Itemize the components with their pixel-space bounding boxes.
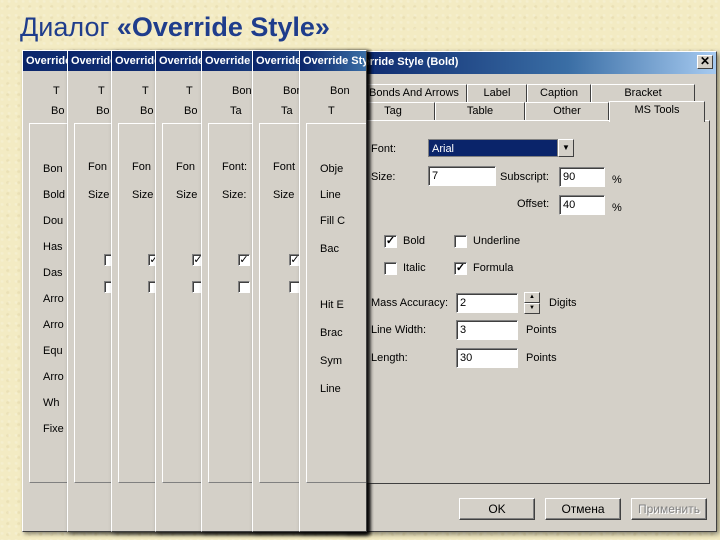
mass-accuracy-unit: Digits [549,297,577,309]
background-row-label: Equ [43,345,63,357]
tab-panel-ms-tools: Font: Arial ▼ Size: 7 Subscript: 90 % Of… [351,120,710,484]
background-row-label: Hit E [320,299,344,311]
formula-checkbox[interactable]: ✓ [454,262,467,275]
background-tab-label: T [328,105,335,117]
background-row-label: Font [273,161,296,173]
background-row-label: Bac [320,243,339,255]
background-row-label: Arro [43,293,64,305]
slide-title: Диалог «Override Style» [20,12,330,43]
offset-label: Offset: [517,198,550,210]
background-row-label: Has [43,241,63,253]
tab-bonds-and-arrows[interactable]: Bonds And Arrows [361,84,467,103]
length-unit: Points [526,352,557,364]
background-row-label: Obje [320,163,344,175]
slide-title-prefix: Диалог [20,12,117,42]
mass-accuracy-stepper[interactable]: ▲ ▼ [524,292,540,314]
underline-checkbox[interactable] [454,235,467,248]
length-label: Length: [371,352,408,364]
slide-title-bold: «Override Style» [116,12,330,42]
background-row-label: Size [176,189,198,201]
length-input[interactable]: 30 [456,348,518,368]
font-label: Font: [371,143,397,155]
tab-other[interactable]: Other [525,102,609,121]
background-checkbox: ✓ [238,254,250,266]
subscript-input[interactable]: 90 [559,167,605,187]
override-style-dialog: Override Style (Bold) ✕ Bonds And Arrows… [344,51,717,532]
tab-label[interactable]: Label [467,84,527,103]
background-row-label: Size [273,189,295,201]
background-tab-label: T [186,85,193,97]
background-tab-label: T [53,85,60,97]
line-width-input[interactable]: 3 [456,320,518,340]
italic-label: Italic [403,262,426,274]
background-checkbox [238,281,250,293]
background-tab-label: Bo [96,105,110,117]
subscript-label: Subscript: [500,171,549,183]
background-row-label: Wh [43,397,60,409]
background-row-label: Arro [43,371,64,383]
background-tab-label: Ta [281,105,293,117]
underline-label: Underline [473,235,521,247]
font-select-value[interactable]: Arial [428,139,558,157]
background-tab-label: Bon [330,85,350,97]
background-tab-label: T [142,85,149,97]
subscript-unit: % [612,174,622,186]
background-row-label: Bon [43,163,63,175]
bold-checkbox[interactable]: ✓ [384,235,397,248]
background-row-label: Fon [132,161,151,173]
background-row-label: Fon [88,161,107,173]
background-tab-label: Bo [51,105,65,117]
spin-down-icon[interactable]: ▼ [524,303,540,314]
background-row-label: Fon [176,161,195,173]
background-tab-label: Bo [184,105,198,117]
tab-caption[interactable]: Caption [527,84,591,103]
background-row-label: Font: [222,161,248,173]
formula-label: Formula [473,262,514,274]
cancel-button[interactable]: Отмена [545,498,621,520]
background-row-label: Line [320,383,341,395]
background-tab-label: Bo [140,105,154,117]
background-row-label: Brac [320,327,343,339]
mass-accuracy-label: Mass Accuracy: [371,297,449,309]
background-row-label: Fixe [43,423,64,435]
background-row-label: Fill C [320,215,346,227]
chevron-down-icon[interactable]: ▼ [558,139,574,157]
background-tab-label: Ta [230,105,242,117]
background-dialog-title: Override Style (Object) [300,51,366,71]
background-row-label: Arro [43,319,64,331]
size-label: Size: [371,171,396,183]
background-row-label: Sym [320,355,342,367]
italic-checkbox[interactable] [384,262,397,275]
background-row-label: Dou [43,215,64,227]
mass-accuracy-input[interactable]: 2 [456,293,518,313]
background-row-label: Bold [43,189,66,201]
background-row-label: Size [132,189,154,201]
ok-button[interactable]: OK [459,498,535,520]
background-row-label: Das [43,267,63,279]
close-button[interactable]: ✕ [697,55,713,69]
dialog-titlebar[interactable]: Override Style (Bold) ✕ [345,52,716,74]
bold-label: Bold [403,235,426,247]
background-row-label: Line [320,189,341,201]
background-row-label: Size [88,189,110,201]
background-tab-label: T [98,85,105,97]
spin-up-icon[interactable]: ▲ [524,292,540,303]
offset-unit: % [612,202,622,214]
size-input[interactable]: 7 [428,166,496,186]
tab-ms-tools[interactable]: MS Tools [609,101,705,122]
background-dialog-body: Bon T Obje Line Fill C Bac Hit E Brac Sym Line [300,71,366,531]
background-row-label: Size: [222,189,247,201]
line-width-label: Line Width: [371,324,427,336]
offset-input[interactable]: 40 [559,195,605,215]
tab-table[interactable]: Table [435,102,525,121]
background-dialog: Override Style (Object) Bon T Obje Line Fill … [299,50,367,532]
apply-button[interactable]: Применить [631,498,707,520]
line-width-unit: Points [526,324,557,336]
